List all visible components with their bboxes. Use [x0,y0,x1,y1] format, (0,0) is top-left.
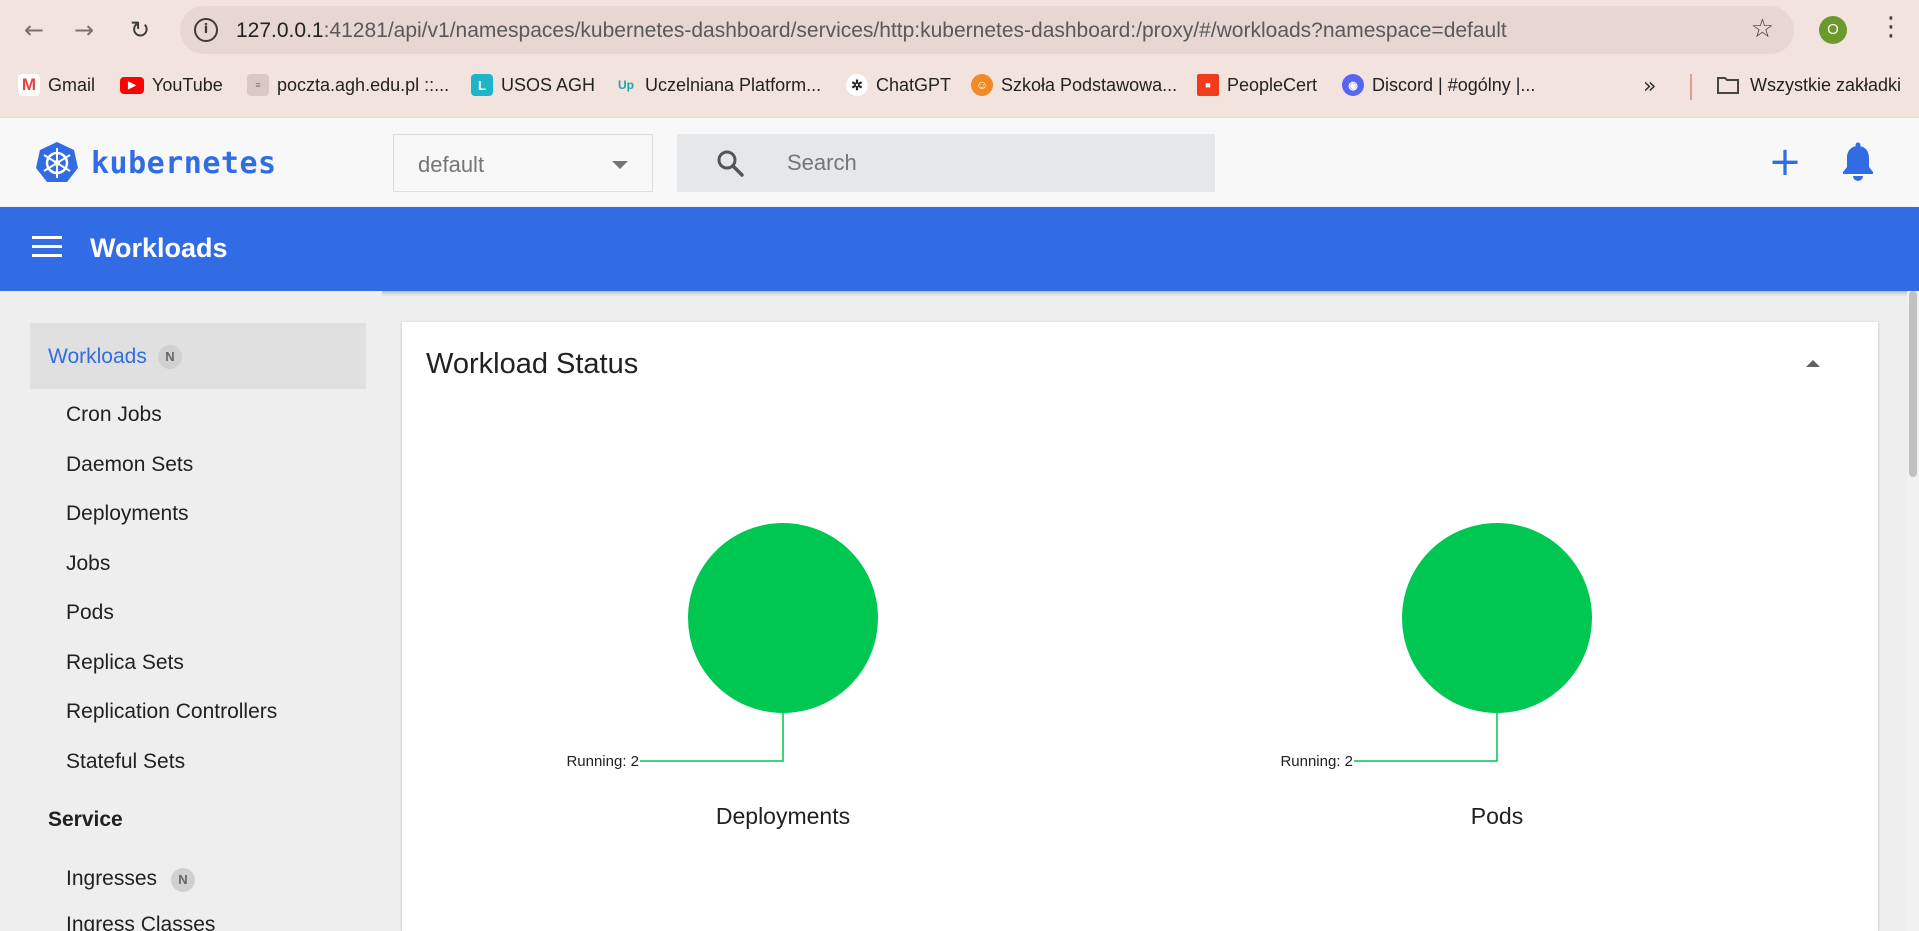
sidebar-item-label: Ingresses [66,867,158,890]
search-input[interactable] [787,142,1187,184]
bookmark-label: poczta.agh.edu.pl ::... [277,74,450,95]
brand-name[interactable]: kubernetes [91,146,277,181]
more-bookmarks-icon[interactable]: » [1643,74,1656,99]
url-text[interactable]: 127.0.0.1:41281/api/v1/namespaces/kubern… [236,19,1507,43]
sidebar-item-cron-jobs[interactable]: Cron Jobs [66,403,162,427]
namespace-value: default [418,152,485,177]
search-box[interactable] [677,134,1215,192]
chart-title: Deployments [716,803,850,829]
sidebar-item-replica-sets[interactable]: Replica Sets [66,651,184,675]
page-toolbar: Workloads [0,207,1919,291]
address-bar[interactable]: i 127.0.0.1:41281/api/v1/namespaces/kube… [180,6,1794,54]
sidebar-item-deployments[interactable]: Deployments [66,502,189,526]
folder-icon [1717,77,1739,94]
sidebar-section-service[interactable]: Service [48,808,123,832]
bookmark-label: PeopleCert [1227,74,1318,95]
page-title: Workloads [90,233,228,263]
bookmarks-bar: M Gmail ▶ YouTube ≡ poczta.agh.edu.pl ::… [0,66,1919,102]
chatgpt-icon: ✲ [846,74,868,96]
pie-chart-deployments: Running: 2 Deployments [566,523,878,829]
pie-slice-label: Running: 2 [566,753,639,770]
sidebar-item-replication-controllers[interactable]: Replication Controllers [66,700,277,724]
pie-leader-line [1354,713,1498,762]
reload-icon[interactable]: ↻ [122,12,158,48]
profile-avatar[interactable]: O [1819,16,1847,44]
page-scrollbar[interactable] [1907,291,1919,931]
notifications-bell-icon[interactable] [1840,142,1876,182]
sidebar-item-ingress-classes[interactable]: Ingress Classes [66,913,215,931]
bookmark-label: Gmail [48,74,96,95]
pie-slice-label: Running: 2 [1280,753,1353,770]
bookmark-upel[interactable]: Up Uczelniana Platform... [615,72,821,98]
pie-slice-running[interactable] [1402,523,1592,713]
bookmark-label: ChatGPT [876,74,952,95]
create-resource-button[interactable]: + [1763,140,1807,184]
sidebar-nav: Workloads N Cron Jobs Daemon Sets Deploy… [0,291,382,931]
menu-hamburger-icon[interactable] [32,236,62,260]
discord-icon: ◉ [1342,74,1364,96]
bookmark-usos[interactable]: L USOS AGH [471,72,595,98]
chart-title: Pods [1471,803,1523,829]
app-header: kubernetes default + [0,117,1919,207]
bookmark-gmail[interactable]: M Gmail [18,72,95,98]
agh-mail-icon: ≡ [247,74,269,96]
bookmark-label: Szkoła Podstawowa... [1001,74,1178,95]
browser-chrome: ← → ↻ i 127.0.0.1:41281/api/v1/namespace… [0,0,1919,117]
usos-icon: L [471,74,493,96]
url-host: 127.0.0.1 [236,19,324,42]
dropdown-caret-icon [612,161,628,169]
bookmark-school[interactable]: ☺ Szkoła Podstawowa... [971,72,1177,98]
namespaced-badge: N [158,345,182,369]
bookmark-label: Uczelniana Platform... [645,74,822,95]
gmail-icon: M [18,74,40,96]
kubernetes-logo-icon[interactable] [34,140,80,186]
bookmark-discord[interactable]: ◉ Discord | #ogólny |... [1342,72,1535,98]
bookmark-label: USOS AGH [501,74,596,95]
pie-leader-line [640,713,784,762]
pie-slice-running[interactable] [688,523,878,713]
bookmark-label: YouTube [152,74,223,95]
sidebar-item-pods[interactable]: Pods [66,601,114,625]
forward-arrow-icon[interactable]: → [66,12,102,48]
youtube-icon: ▶ [120,76,144,94]
bookmark-agh-mail[interactable]: ≡ poczta.agh.edu.pl ::... [247,72,449,98]
sidebar-item-jobs[interactable]: Jobs [66,552,110,576]
back-arrow-icon[interactable]: ← [16,12,52,48]
pie-chart-pods: Running: 2 Pods [1280,523,1592,829]
bookmark-chatgpt[interactable]: ✲ ChatGPT [846,72,951,98]
url-path: :41281/api/v1/namespaces/kubernetes-dash… [323,19,1507,42]
upel-icon: Up [618,78,634,92]
scrollbar-thumb[interactable] [1909,291,1917,477]
bookmark-star-icon[interactable]: ☆ [1751,14,1774,44]
sidebar-item-daemon-sets[interactable]: Daemon Sets [66,453,193,477]
school-icon: ☺ [971,74,993,96]
site-info-icon[interactable]: i [194,18,218,42]
workload-status-card: Workload Status Running: 2 Deployments Run… [402,322,1878,931]
sidebar-item-workloads[interactable]: Workloads N [30,323,366,389]
peoplecert-icon: ■ [1197,74,1219,96]
workload-status-charts: Running: 2 Deployments Running: 2 Pods [566,523,1592,829]
browser-menu-icon[interactable]: ⋮ [1878,12,1904,42]
namespace-select[interactable]: default [393,134,653,192]
all-bookmarks-label: Wszystkie zakładki [1750,74,1902,95]
sidebar-item-label: Workloads [48,345,147,368]
all-bookmarks-folder[interactable]: Wszystkie zakładki [1716,72,1901,98]
sidebar-item-ingresses[interactable]: Ingresses N [66,867,195,892]
bookmarks-divider [1690,74,1692,100]
sidebar-item-stateful-sets[interactable]: Stateful Sets [66,750,185,774]
search-icon [717,150,744,177]
bookmark-label: Discord | #ogólny |... [1372,74,1536,95]
namespaced-badge: N [170,868,195,892]
bookmark-youtube[interactable]: ▶ YouTube [120,72,223,98]
bookmark-peoplecert[interactable]: ■ PeopleCert [1197,72,1317,98]
